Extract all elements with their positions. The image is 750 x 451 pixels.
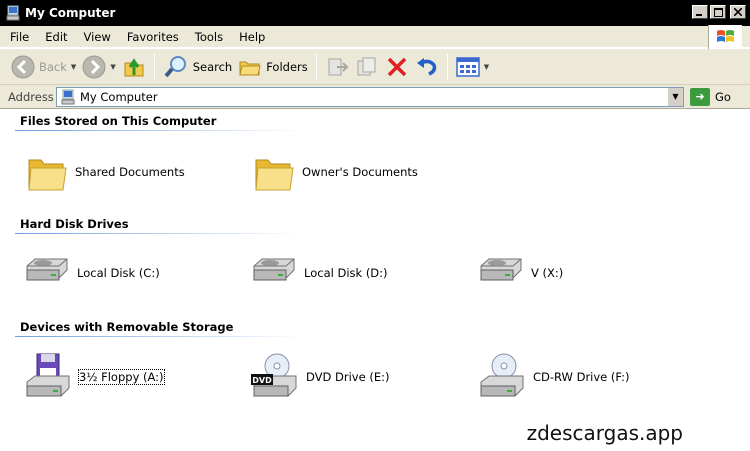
dvd-badge: DVD bbox=[252, 376, 272, 385]
group-header-hard-disks: Hard Disk Drives bbox=[20, 217, 129, 231]
copy-to-icon bbox=[357, 57, 376, 75]
menu-tools[interactable]: Tools bbox=[187, 30, 231, 44]
hard-disk-icon bbox=[253, 258, 295, 281]
cd-drive-icon bbox=[480, 353, 524, 397]
folder-icon bbox=[255, 159, 294, 191]
item-label: Owner's Documents bbox=[302, 165, 418, 179]
minimize-button[interactable] bbox=[692, 5, 708, 19]
search-icon bbox=[164, 55, 186, 77]
window-title: My Computer bbox=[25, 6, 116, 20]
menu-favorites[interactable]: Favorites bbox=[119, 30, 187, 44]
close-icon bbox=[734, 8, 742, 16]
search-button[interactable]: Search bbox=[160, 52, 236, 82]
folder-icon bbox=[28, 159, 67, 191]
item-owners-documents[interactable]: Owner's Documents bbox=[252, 150, 418, 194]
menu-file[interactable]: File bbox=[0, 30, 37, 44]
folders-label: Folders bbox=[266, 59, 308, 74]
group-divider bbox=[15, 233, 305, 234]
dvd-drive-icon: DVD bbox=[251, 353, 297, 397]
go-label: Go bbox=[715, 89, 731, 104]
item-label: Local Disk (C:) bbox=[77, 266, 160, 280]
address-input[interactable]: My Computer ▼ bbox=[56, 86, 684, 107]
views-dropdown-icon[interactable]: ▼ bbox=[484, 63, 489, 71]
back-arrow-icon bbox=[11, 55, 35, 78]
item-local-disk-d[interactable]: Local Disk (D:) bbox=[250, 256, 388, 290]
move-to-button[interactable] bbox=[322, 52, 352, 82]
views-grid-icon bbox=[456, 56, 480, 77]
windows-flag-icon bbox=[716, 30, 734, 42]
minimize-icon bbox=[696, 14, 702, 16]
undo-button[interactable] bbox=[412, 52, 442, 82]
item-dvd-drive-e[interactable]: DVD DVD Drive (E:) bbox=[250, 352, 389, 402]
watermark: zdescargas.app bbox=[526, 421, 683, 445]
item-cdrw-drive-f[interactable]: CD-RW Drive (F:) bbox=[477, 352, 629, 402]
up-folder-icon bbox=[124, 57, 144, 76]
go-arrow-icon: ➜ bbox=[690, 87, 710, 106]
my-computer-icon bbox=[61, 89, 75, 104]
file-list-view[interactable]: Files Stored on This Computer Shared Doc… bbox=[5, 110, 745, 451]
hard-disk-icon bbox=[480, 258, 522, 281]
copy-to-button[interactable] bbox=[352, 52, 382, 82]
menu-help[interactable]: Help bbox=[231, 30, 273, 44]
windows-logo bbox=[708, 25, 742, 49]
menu-edit[interactable]: Edit bbox=[37, 30, 75, 44]
item-label: CD-RW Drive (F:) bbox=[533, 370, 630, 384]
close-button[interactable] bbox=[730, 5, 746, 19]
item-drive-x[interactable]: V (X:) bbox=[477, 256, 563, 290]
folders-icon bbox=[239, 61, 261, 75]
title-bar[interactable]: My Computer bbox=[0, 0, 750, 26]
address-bar: Address My Computer ▼ ➜ Go bbox=[0, 85, 750, 109]
item-floppy-a[interactable]: 3½ Floppy (A:) bbox=[23, 352, 165, 402]
maximize-button[interactable] bbox=[710, 5, 726, 19]
floppy-drive-icon bbox=[26, 353, 70, 397]
menu-view[interactable]: View bbox=[76, 30, 119, 44]
back-label: Back bbox=[39, 59, 67, 74]
item-label: DVD Drive (E:) bbox=[306, 370, 390, 384]
forward-dropdown-icon[interactable]: ▼ bbox=[110, 63, 115, 71]
chevron-down-icon: ▼ bbox=[672, 92, 679, 101]
address-dropdown-button[interactable]: ▼ bbox=[667, 87, 683, 106]
group-divider bbox=[15, 130, 305, 131]
item-shared-documents[interactable]: Shared Documents bbox=[25, 150, 185, 194]
item-label: V (X:) bbox=[531, 266, 564, 280]
item-label: Shared Documents bbox=[75, 165, 185, 179]
forward-button[interactable]: ▼ bbox=[79, 52, 118, 82]
delete-x-icon bbox=[387, 57, 406, 76]
forward-arrow-icon bbox=[82, 55, 106, 78]
item-label: 3½ Floppy (A:) bbox=[78, 369, 165, 385]
address-value: My Computer bbox=[80, 89, 158, 104]
back-button[interactable]: Back ▼ bbox=[8, 52, 79, 82]
group-header-files: Files Stored on This Computer bbox=[20, 114, 217, 128]
search-label: Search bbox=[192, 59, 233, 74]
menu-bar: File Edit View Favorites Tools Help bbox=[0, 26, 750, 48]
toolbar-separator bbox=[153, 53, 155, 80]
group-divider bbox=[15, 336, 305, 337]
toolbar-separator bbox=[446, 53, 448, 80]
back-dropdown-icon[interactable]: ▼ bbox=[71, 63, 76, 71]
views-button[interactable]: ▼ bbox=[453, 52, 492, 82]
maximize-icon bbox=[713, 7, 723, 17]
move-to-icon bbox=[328, 58, 349, 75]
item-label: Local Disk (D:) bbox=[304, 266, 388, 280]
standard-toolbar: Back ▼ ▼ Search Folders ▼ bbox=[0, 49, 750, 85]
item-local-disk-c[interactable]: Local Disk (C:) bbox=[23, 256, 160, 290]
my-computer-icon bbox=[6, 5, 20, 21]
toolbar-separator bbox=[315, 53, 317, 80]
undo-icon bbox=[416, 57, 436, 76]
hard-disk-icon bbox=[26, 258, 68, 281]
folders-button[interactable]: Folders bbox=[235, 52, 311, 82]
up-folder-button[interactable] bbox=[119, 52, 149, 82]
delete-button[interactable] bbox=[382, 52, 412, 82]
group-header-removable: Devices with Removable Storage bbox=[20, 320, 234, 334]
go-button[interactable]: ➜ Go bbox=[690, 87, 731, 106]
address-label: Address bbox=[8, 89, 54, 104]
